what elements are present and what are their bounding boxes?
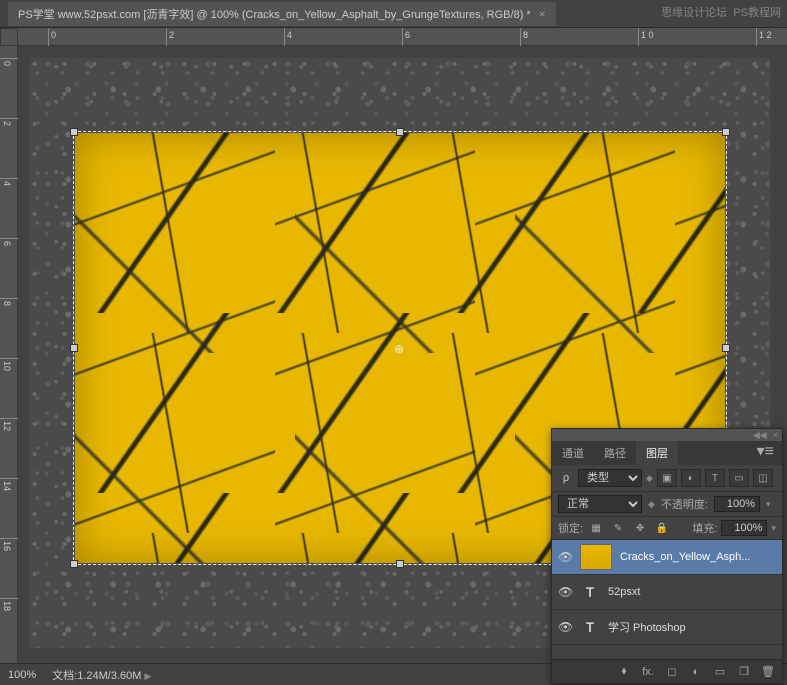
tab-layers[interactable]: 图层 — [636, 441, 678, 465]
watermark-top: 思缘设计论坛 PS教程网 — [661, 4, 781, 20]
lock-all-icon[interactable]: 🔒 — [653, 520, 671, 536]
filter-adjustment-icon[interactable]: ◐ — [681, 469, 701, 487]
filter-shape-icon[interactable]: ▭ — [729, 469, 749, 487]
opacity-input[interactable] — [714, 496, 760, 512]
transform-handle-tl[interactable] — [70, 128, 78, 136]
tab-paths[interactable]: 路径 — [594, 441, 636, 465]
chevron-down-icon: ◆ — [648, 499, 655, 510]
chevron-down-icon[interactable]: ▾ — [766, 499, 771, 510]
ruler-vertical[interactable]: 024681012141618 — [0, 46, 18, 663]
layer-mask-icon[interactable]: ◻ — [662, 663, 682, 681]
panel-menu-icon[interactable]: ▾≡ — [749, 437, 782, 465]
transform-handle-tr[interactable] — [722, 128, 730, 136]
link-layers-icon[interactable]: ⬧ — [614, 663, 634, 681]
transform-handle-bl[interactable] — [70, 560, 78, 568]
layers-list: 👁 Cracks_on_Yellow_Asph... 👁 T 52psxt 👁 … — [552, 540, 782, 645]
adjustment-layer-icon[interactable]: ◐ — [686, 663, 706, 681]
transform-center-icon[interactable]: ⊕ — [394, 342, 406, 354]
tab-channels[interactable]: 通道 — [552, 441, 594, 465]
group-icon[interactable]: ▭ — [710, 663, 730, 681]
layer-row[interactable]: 👁 T 52psxt — [552, 575, 782, 610]
document-title: PS学堂 www.52psxt.com [沥青字效] @ 100% (Crack… — [18, 6, 531, 22]
ruler-origin[interactable] — [0, 28, 18, 46]
zoom-level[interactable]: 100% — [8, 669, 36, 681]
layer-fx-icon[interactable]: fx. — [638, 663, 658, 681]
transform-handle-bc[interactable] — [396, 560, 404, 568]
new-layer-icon[interactable]: ❐ — [734, 663, 754, 681]
chevron-down-icon[interactable]: ▾ — [771, 523, 776, 534]
panel-footer: ⬧ fx. ◻ ◐ ▭ ❐ 🗑 — [552, 659, 782, 683]
blend-mode-select[interactable]: 正常 — [558, 495, 642, 513]
trash-icon[interactable]: 🗑 — [758, 663, 778, 681]
close-tab-icon[interactable]: × — [539, 7, 546, 21]
filter-smart-icon[interactable]: ◫ — [753, 469, 773, 487]
layer-name[interactable]: 52psxt — [608, 586, 776, 598]
visibility-eye-icon[interactable]: 👁 — [558, 620, 572, 634]
chevron-down-icon: ◆ — [646, 473, 653, 484]
layer-thumbnail[interactable] — [580, 544, 612, 570]
text-layer-icon: T — [580, 579, 600, 605]
panel-header[interactable]: ◀◀ × — [552, 429, 782, 441]
text-layer-icon: T — [580, 614, 600, 640]
lock-position-icon[interactable]: ✥ — [631, 520, 649, 536]
panel-tabs: 通道 路径 图层 ▾≡ — [552, 441, 782, 465]
layer-name[interactable]: 学习 Photoshop — [608, 619, 776, 635]
fill-input[interactable] — [721, 520, 767, 536]
fill-label: 填充: — [692, 520, 717, 536]
layer-filter-row: ρ 类型 ◆ ▣ ◐ T ▭ ◫ — [552, 465, 782, 492]
layer-name[interactable]: Cracks_on_Yellow_Asph... — [620, 551, 776, 563]
visibility-eye-icon[interactable]: 👁 — [558, 585, 572, 599]
filter-text-icon[interactable]: T — [705, 469, 725, 487]
search-icon: ρ — [558, 471, 574, 485]
layer-row[interactable]: 👁 T 学习 Photoshop — [552, 610, 782, 645]
opacity-label: 不透明度: — [661, 496, 708, 512]
layers-panel: ◀◀ × 通道 路径 图层 ▾≡ ρ 类型 ◆ ▣ ◐ T ▭ ◫ 正常 ◆ 不… — [551, 428, 783, 684]
lock-label: 锁定: — [558, 520, 583, 536]
lock-pixels-icon[interactable]: ▦ — [587, 520, 605, 536]
document-tab[interactable]: PS学堂 www.52psxt.com [沥青字效] @ 100% (Crack… — [8, 2, 556, 26]
lock-row: 锁定: ▦ ✎ ✥ 🔒 填充: ▾ — [552, 517, 782, 540]
blend-mode-row: 正常 ◆ 不透明度: ▾ — [552, 492, 782, 517]
transform-handle-mr[interactable] — [722, 344, 730, 352]
filter-pixel-icon[interactable]: ▣ — [657, 469, 677, 487]
transform-handle-tc[interactable] — [396, 128, 404, 136]
chevron-right-icon: ▶ — [144, 671, 151, 681]
filter-type-select[interactable]: 类型 — [578, 469, 642, 487]
document-size[interactable]: 文档:1.24M/3.60M ▶ — [52, 667, 151, 683]
ruler-horizontal[interactable]: 024681 01 2 — [18, 28, 787, 46]
visibility-eye-icon[interactable]: 👁 — [558, 550, 572, 564]
transform-handle-ml[interactable] — [70, 344, 78, 352]
lock-brush-icon[interactable]: ✎ — [609, 520, 627, 536]
layer-row[interactable]: 👁 Cracks_on_Yellow_Asph... — [552, 540, 782, 575]
